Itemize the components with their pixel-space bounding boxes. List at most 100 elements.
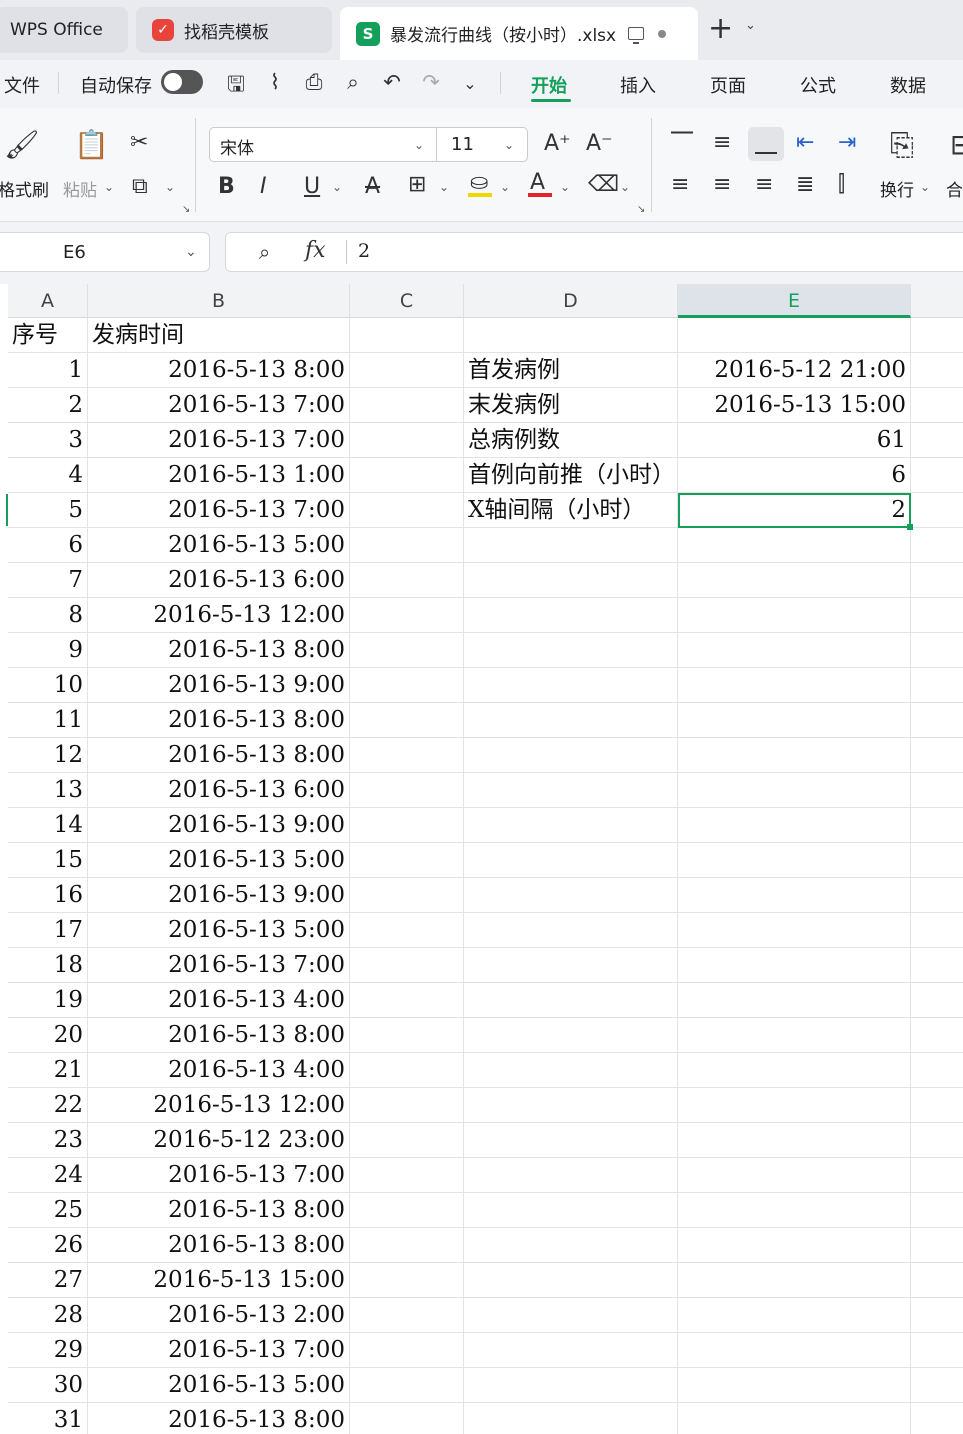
- grid-cell[interactable]: [464, 703, 678, 738]
- grid-cell[interactable]: [350, 1263, 464, 1298]
- grid-cell[interactable]: [911, 913, 963, 948]
- font-color-chevron-icon[interactable]: ⌄: [560, 180, 570, 194]
- align-left-icon[interactable]: ≡: [671, 172, 689, 197]
- grid-cell[interactable]: [350, 528, 464, 563]
- chevron-down-icon[interactable]: ⌄: [745, 18, 756, 33]
- cell-seq[interactable]: 16: [8, 878, 88, 913]
- print-preview-icon[interactable]: ⌕: [340, 70, 366, 95]
- grid-cell[interactable]: [350, 738, 464, 773]
- menu-formula[interactable]: 公式: [800, 72, 836, 98]
- cell-seq[interactable]: 24: [8, 1158, 88, 1193]
- cell-seq[interactable]: 11: [8, 703, 88, 738]
- cell-seq[interactable]: 27: [8, 1263, 88, 1298]
- grid-cell[interactable]: [911, 388, 963, 423]
- copy-chevron-icon[interactable]: ⌄: [165, 180, 175, 194]
- grid-cell[interactable]: [911, 738, 963, 773]
- cell-summary-value[interactable]: 61: [678, 423, 911, 458]
- cell-seq[interactable]: 6: [8, 528, 88, 563]
- decrease-indent-icon[interactable]: ⇤: [796, 130, 814, 155]
- cell-onset-time[interactable]: 2016-5-13 5:00: [88, 913, 350, 948]
- tab-template[interactable]: ✓ 找稻壳模板: [136, 7, 332, 53]
- align-middle-icon[interactable]: ≡: [713, 130, 731, 155]
- grid-cell[interactable]: [350, 1228, 464, 1263]
- cell-seq[interactable]: 9: [8, 633, 88, 668]
- merge-icon[interactable]: ⊟: [950, 128, 963, 161]
- cell-seq[interactable]: 21: [8, 1053, 88, 1088]
- align-top-icon[interactable]: ⎺: [671, 130, 693, 155]
- cell-onset-time[interactable]: 2016-5-12 23:00: [88, 1123, 350, 1158]
- grid-cell[interactable]: [464, 983, 678, 1018]
- cell-seq[interactable]: 1: [8, 353, 88, 388]
- font-name-select[interactable]: 宋体: [209, 127, 437, 162]
- align-bottom-icon[interactable]: ⎽: [755, 130, 777, 155]
- fill-color-chevron-icon[interactable]: ⌄: [500, 180, 510, 194]
- grid-cell[interactable]: [678, 703, 911, 738]
- grid-cell[interactable]: [678, 1368, 911, 1403]
- cell-onset-time[interactable]: 2016-5-13 7:00: [88, 1333, 350, 1368]
- grid-cell[interactable]: [464, 808, 678, 843]
- cell-seq[interactable]: 28: [8, 1298, 88, 1333]
- grid-cell[interactable]: [350, 318, 464, 353]
- grid-cell[interactable]: [911, 1088, 963, 1123]
- grid-cell[interactable]: [678, 1298, 911, 1333]
- header-cell-seq[interactable]: 序号: [8, 318, 88, 353]
- cell-onset-time[interactable]: 2016-5-13 8:00: [88, 738, 350, 773]
- grid-cell[interactable]: [464, 1228, 678, 1263]
- align-right-icon[interactable]: ≡: [755, 172, 773, 197]
- grid-cell[interactable]: [350, 843, 464, 878]
- cell-onset-time[interactable]: 2016-5-13 8:00: [88, 1193, 350, 1228]
- selected-cell-e6[interactable]: 2: [678, 493, 911, 528]
- grid-cell[interactable]: [464, 598, 678, 633]
- border-icon[interactable]: ⊞: [408, 172, 426, 197]
- cell-seq[interactable]: 3: [8, 423, 88, 458]
- column-header-b[interactable]: B: [88, 284, 350, 318]
- clipboard-launcher-icon[interactable]: ↘: [182, 204, 190, 215]
- cell-onset-time[interactable]: 2016-5-13 8:00: [88, 353, 350, 388]
- grid-cell[interactable]: [464, 1053, 678, 1088]
- grid-cell[interactable]: [678, 1053, 911, 1088]
- grid-cell[interactable]: [911, 1123, 963, 1158]
- decrease-font-icon[interactable]: A⁻: [586, 131, 613, 156]
- grid-cell[interactable]: [678, 668, 911, 703]
- grid-cell[interactable]: [464, 1403, 678, 1434]
- cell-seq[interactable]: 14: [8, 808, 88, 843]
- grid-cell[interactable]: [464, 318, 678, 353]
- cell-seq[interactable]: 7: [8, 563, 88, 598]
- cell-onset-time[interactable]: 2016-5-13 1:00: [88, 458, 350, 493]
- tab-active-file[interactable]: S 暴发流行曲线（按小时）.xlsx: [340, 7, 698, 60]
- grid-cell[interactable]: [911, 318, 963, 353]
- align-center-icon[interactable]: ≡: [713, 172, 731, 197]
- grid-cell[interactable]: [678, 983, 911, 1018]
- cell-seq[interactable]: 10: [8, 668, 88, 703]
- grid-cell[interactable]: [911, 1193, 963, 1228]
- cell-seq[interactable]: 26: [8, 1228, 88, 1263]
- grid-cell[interactable]: [464, 913, 678, 948]
- grid-cell[interactable]: [911, 1228, 963, 1263]
- grid-cell[interactable]: [350, 388, 464, 423]
- font-launcher-icon[interactable]: ↘: [637, 204, 645, 215]
- grid-cell[interactable]: [678, 738, 911, 773]
- grid-cell[interactable]: [350, 563, 464, 598]
- grid-cell[interactable]: [911, 598, 963, 633]
- grid-cell[interactable]: [464, 633, 678, 668]
- strikethrough-icon[interactable]: A: [365, 174, 380, 199]
- paste-icon[interactable]: 📋: [74, 128, 109, 161]
- grid-cell[interactable]: [464, 1193, 678, 1228]
- grid-cell[interactable]: [350, 948, 464, 983]
- cell-seq[interactable]: 12: [8, 738, 88, 773]
- grid-cell[interactable]: [911, 1053, 963, 1088]
- grid-cell[interactable]: [464, 528, 678, 563]
- cell-seq[interactable]: 18: [8, 948, 88, 983]
- menu-file[interactable]: 文件: [4, 72, 40, 98]
- cell-summary-label[interactable]: 首例向前推（小时）: [464, 458, 678, 493]
- grid-cell[interactable]: [678, 1193, 911, 1228]
- format-painter-label[interactable]: 格式刷: [0, 176, 49, 201]
- grid-cell[interactable]: [911, 668, 963, 703]
- autosave-toggle[interactable]: [161, 70, 203, 94]
- grid-cell[interactable]: [350, 773, 464, 808]
- menu-page[interactable]: 页面: [710, 72, 746, 98]
- grid-cell[interactable]: [350, 1403, 464, 1434]
- grid-cell[interactable]: [464, 1263, 678, 1298]
- cell-onset-time[interactable]: 2016-5-13 7:00: [88, 493, 350, 528]
- paste-chevron-icon[interactable]: ⌄: [104, 180, 114, 194]
